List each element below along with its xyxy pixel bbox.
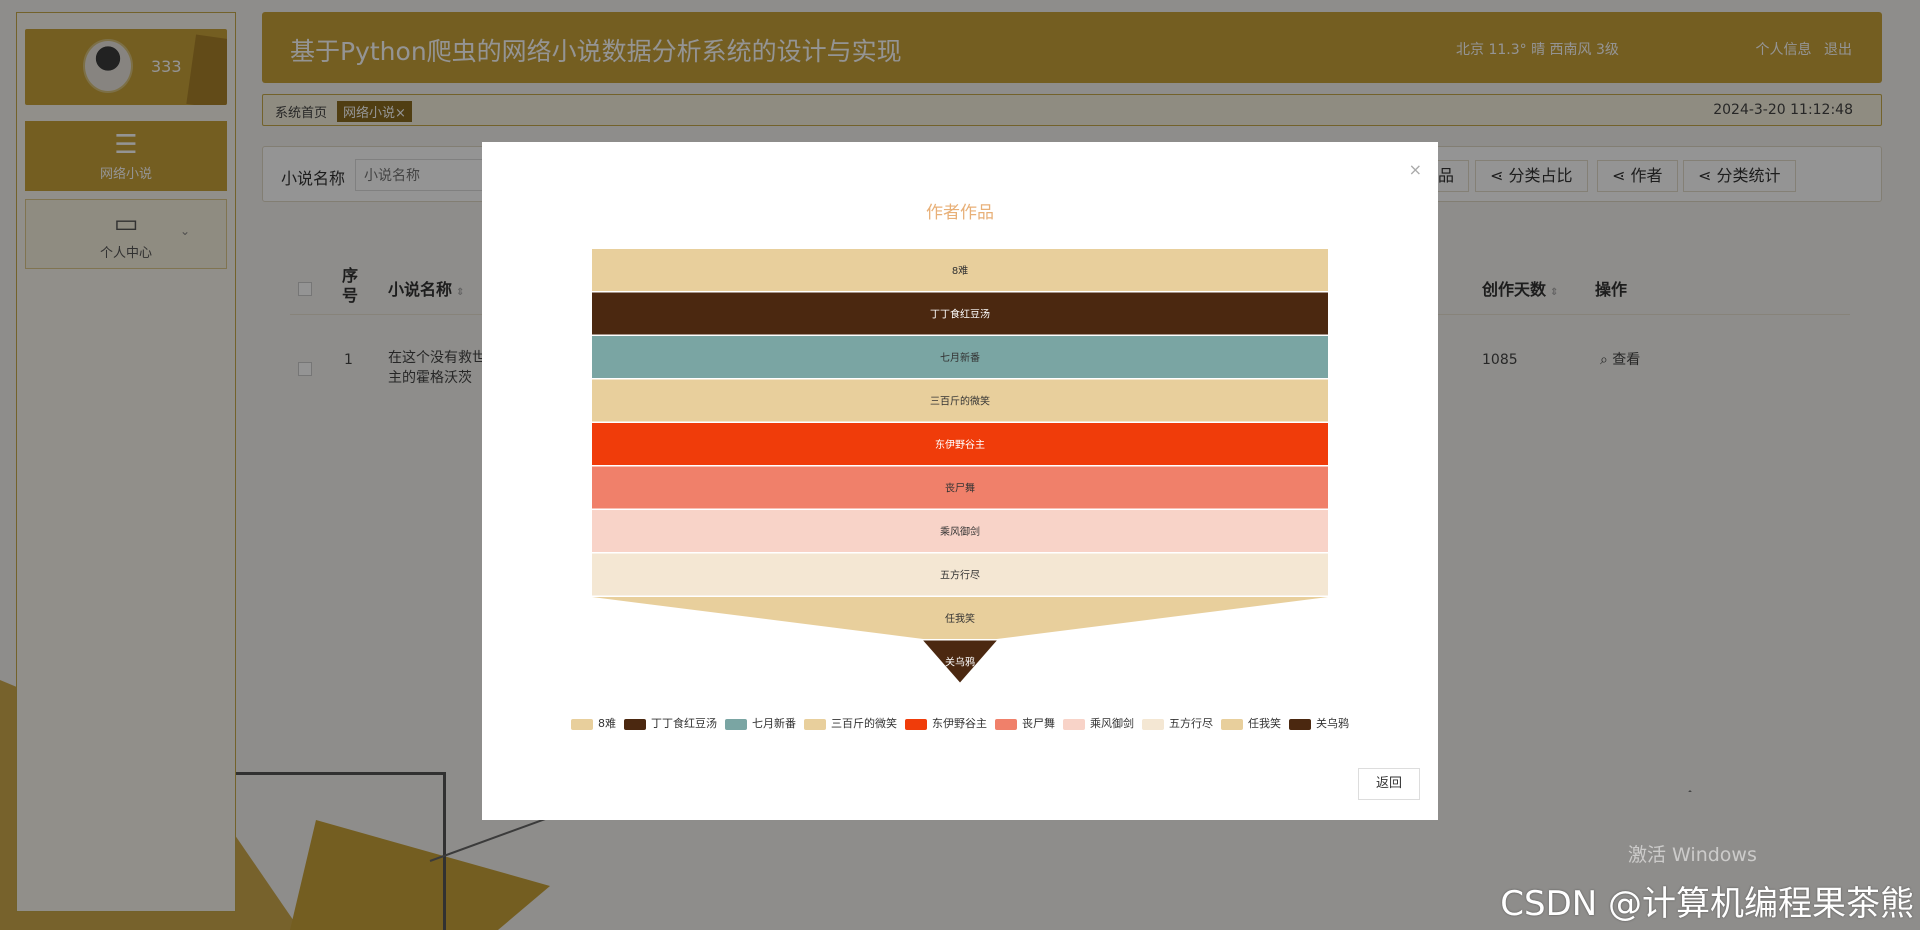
funnel-label: 七月新番 [940, 351, 980, 364]
legend-label: 三百斤的微笑 [831, 717, 897, 730]
legend-item[interactable]: 七月新番 [725, 715, 796, 731]
legend-swatch [1142, 718, 1164, 730]
legend-swatch [995, 718, 1017, 730]
legend-swatch [624, 718, 646, 730]
legend-swatch [571, 718, 593, 730]
csdn-watermark: CSDN @计算机编程果茶熊 [1500, 884, 1914, 924]
funnel-label: 东伊野谷主 [935, 438, 985, 451]
funnel-label: 丁丁食红豆汤 [930, 307, 990, 320]
funnel-label: 五方行尽 [940, 568, 980, 581]
legend-item[interactable]: 三百斤的微笑 [804, 715, 897, 731]
windows-watermark: 激活 Windows [1628, 844, 1757, 866]
funnel-label: 三百斤的微笑 [930, 394, 990, 407]
legend-item[interactable]: 丧尸舞 [995, 715, 1055, 731]
legend-item[interactable]: 东伊野谷主 [905, 715, 987, 731]
legend-label: 七月新番 [752, 717, 796, 730]
legend-item[interactable]: 关乌鸦 [1289, 715, 1349, 731]
legend-item[interactable]: 8难 [571, 715, 616, 731]
legend-label: 丧尸舞 [1022, 717, 1055, 730]
legend-swatch [1221, 718, 1243, 730]
chart-legend: 8难 丁丁食红豆汤 七月新番 三百斤的微笑 东伊野谷主 丧尸舞 乘风御剑 五方行尽 任我笑 关乌鸦 [482, 715, 1438, 731]
legend-swatch [1289, 718, 1311, 730]
legend-swatch [905, 718, 927, 730]
funnel-label: 丧尸舞 [945, 482, 975, 494]
legend-swatch [725, 718, 747, 730]
legend-item[interactable]: 任我笑 [1221, 715, 1281, 731]
legend-item[interactable]: 丁丁食红豆汤 [624, 715, 717, 731]
legend-label: 乘风御剑 [1090, 717, 1134, 730]
funnel-label: 乘风御剑 [940, 525, 980, 538]
legend-label: 关乌鸦 [1316, 717, 1349, 730]
funnel-label: 8难 [952, 265, 968, 277]
funnel-label: 关乌鸦 [945, 655, 975, 668]
chart-modal: × 作者作品 8难 丁丁食红豆汤 七月新番 三百斤的微笑 东伊野谷主 丧尸舞 乘风御剑 五方行… [482, 142, 1438, 820]
legend-item[interactable]: 五方行尽 [1142, 715, 1213, 731]
legend-label: 丁丁食红豆汤 [651, 717, 717, 730]
legend-item[interactable]: 乘风御剑 [1063, 715, 1134, 731]
back-button[interactable]: 返回 [1358, 768, 1420, 800]
legend-label: 任我笑 [1248, 717, 1281, 730]
legend-label: 东伊野谷主 [932, 717, 987, 730]
legend-swatch [1063, 718, 1085, 730]
legend-label: 五方行尽 [1169, 717, 1213, 730]
funnel-label: 任我笑 [945, 612, 975, 625]
legend-swatch [804, 718, 826, 730]
legend-label: 8难 [598, 717, 616, 730]
funnel-chart: 8难丁丁食红豆汤七月新番三百斤的微笑东伊野谷主丧尸舞乘风御剑五方行尽任我笑关乌鸦 [592, 249, 1328, 683]
